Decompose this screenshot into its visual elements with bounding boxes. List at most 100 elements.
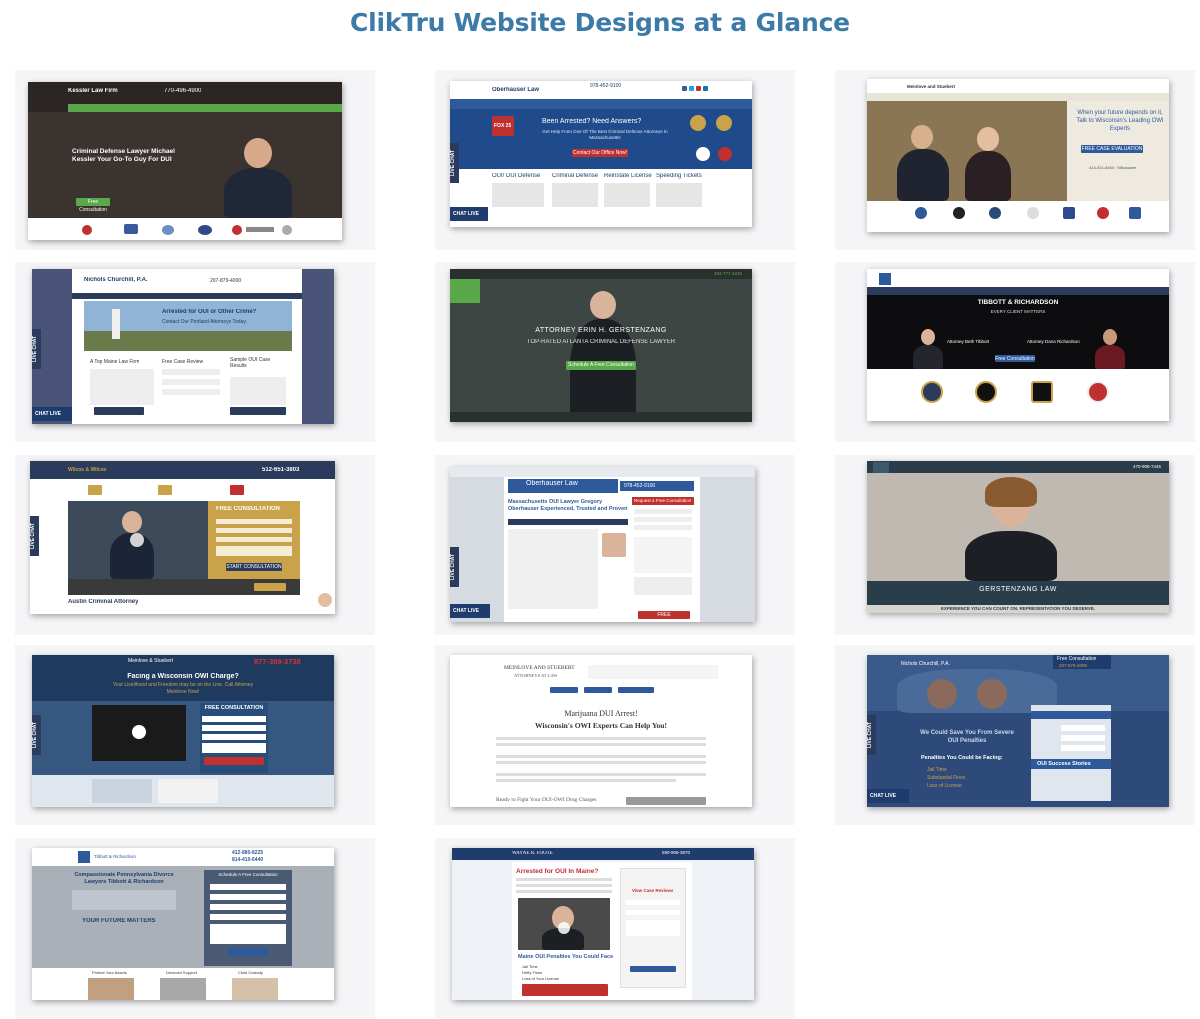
- attorney-photo: [590, 291, 616, 319]
- attorney-photo: [1103, 329, 1117, 345]
- firm-phone: 512-651-3803: [262, 467, 300, 473]
- free-consultation-button: FREE CONSULTATION: [638, 611, 690, 622]
- form-title: FREE CONSULTATION: [204, 705, 264, 711]
- contact-button: Contact Our Office Now!: [572, 149, 628, 157]
- firm-name: Oberhauser Law: [526, 480, 578, 487]
- hero-headline: Arrested for OUI or Other Crime?: [162, 309, 257, 315]
- hero-subhead: Wisconsin's OWI Experts Can Help You!: [535, 721, 667, 730]
- screenshot-oberhauser: Oberhauser Law 978-452-9100 FOX 25 Been …: [450, 81, 752, 227]
- design-tile-nichols-1[interactable]: Nichols Churchill, P.A. 207-879-4000 Arr…: [15, 262, 375, 442]
- hero-subhead: Your Livelihood and Freedom may be on th…: [112, 682, 254, 695]
- screenshot-meinlove-1: Meinlove and Stuebert When your future d…: [867, 79, 1169, 232]
- firm-name: Wilcox & Wilcox: [68, 467, 107, 473]
- firm-phone: 207-879-4000: [1059, 663, 1088, 668]
- firm-name: MEINLOVE AND STUEBERT: [504, 665, 575, 671]
- hero-headline: We Could Save You From Severe OUI Penalt…: [920, 730, 1014, 744]
- screenshot-tibbott-2: Tibbott & Richardson 412-880-8225 814-41…: [32, 848, 334, 1000]
- form-title: Schedule A Free Consultation: [218, 872, 278, 877]
- free-consultation-button: Free Consultation: [76, 198, 110, 213]
- chat-live-label: CHAT LIVE: [453, 608, 480, 614]
- design-tile-oberhauser[interactable]: Oberhauser Law 978-452-9100 FOX 25 Been …: [435, 70, 795, 250]
- firm-phone: 770-496-4900: [164, 88, 202, 94]
- attorney-photo: [977, 127, 999, 151]
- form-title: Request a Free Consultation: [634, 498, 692, 503]
- hero-subhead: Get Help From One Of The Best Criminal D…: [542, 129, 668, 140]
- firm-subname: ATTORNEYS AT LAW: [514, 673, 558, 678]
- hero-headline: When your future depends on it, Talk to …: [1076, 110, 1164, 132]
- hero-headline: Arrested for OUI In Maine?: [516, 868, 599, 875]
- chat-avatar: [318, 593, 332, 607]
- design-tile-tibbott-1[interactable]: TIBBOTT & RICHARDSON EVERY CLIENT MATTER…: [835, 262, 1195, 442]
- success-stories-heading: OUI Success Stories: [1037, 761, 1091, 767]
- badge-icon: [975, 381, 997, 403]
- award-badge: [696, 147, 710, 161]
- badge-icon: [82, 225, 92, 235]
- tagline: EXPERIENCE YOU CAN COUNT ON. REPRESENTAT…: [940, 606, 1096, 611]
- screenshot-oberhauser-2: Oberhauser Law 978-452-9100 Massachusett…: [450, 467, 755, 622]
- social-icon: [696, 86, 701, 91]
- hero-headline: Massachusetts OUI Lawyer Gregory Oberhau…: [508, 499, 628, 512]
- screenshot-gerstenzang-2: 470-908-7445 GERSTENZANG LAW EXPERIENCE …: [867, 461, 1169, 613]
- design-tile-wilcox[interactable]: Wilcox & Wilcox 512-651-3803 FREE CONSUL…: [15, 455, 375, 635]
- play-icon: [132, 725, 146, 739]
- screenshot-meinlove-3: MEINLOVE AND STUEBERT ATTORNEYS AT LAW M…: [450, 655, 752, 807]
- firm-phone: 412-880-8225: [232, 850, 264, 856]
- award-badge: [718, 147, 732, 161]
- chat-live-label: CHAT LIVE: [870, 793, 897, 799]
- penalties-heading: Penalties You Could be Facing:: [921, 755, 1003, 761]
- design-tile-meinlove-3[interactable]: MEINLOVE AND STUEBERT ATTORNEYS AT LAW M…: [435, 645, 795, 825]
- screenshot-foote: WAYNE R. FOOTE 590-906-3870 Arrested for…: [452, 848, 754, 1000]
- badge-icon: [1027, 207, 1039, 219]
- case-reviews-link: View Case Reviews: [632, 888, 674, 893]
- form-title: FREE CONSULTATION: [216, 506, 280, 512]
- badge-icon: [1063, 207, 1075, 219]
- firm-phone: 470-908-7445: [1133, 464, 1162, 469]
- design-tile-kessler[interactable]: Kessler Law Firm 770-496-4900 Criminal D…: [15, 70, 375, 250]
- section-heading: Ready to Fight Your DUI-OWI Drug Charges: [496, 797, 597, 803]
- design-tile-gerstenzang-1[interactable]: 404-777-4246 ATTORNEY ERIN H. GERSTENZAN…: [435, 262, 795, 442]
- attorney-photo: [122, 511, 142, 533]
- firm-phone: 877-389-3738: [254, 657, 301, 666]
- design-tile-meinlove-2[interactable]: Meinlove & Stuebert 877-389-3738 Facing …: [15, 645, 375, 825]
- design-tile-foote[interactable]: WAYNE R. FOOTE 590-906-3870 Arrested for…: [435, 838, 795, 1018]
- badge-icon: [989, 207, 1001, 219]
- hero-subhead: YOUR FUTURE MATTERS: [82, 918, 156, 924]
- design-tile-tibbott-2[interactable]: Tibbott & Richardson 412-880-8225 814-41…: [15, 838, 375, 1018]
- penalties-heading: Maine OUI Penalties You Could Face: [518, 954, 614, 960]
- firm-phone: 978-452-9100: [590, 83, 622, 89]
- play-icon: [130, 533, 144, 547]
- chat-live-label: CHAT LIVE: [35, 411, 62, 417]
- schedule-consultation-button: Schedule A Free Consultation: [566, 361, 636, 370]
- hero-subhead: TOP-RATED ATLANTA CRIMINAL DEFENSE LAWYE…: [526, 339, 676, 345]
- page-title: ClikTru Website Designs at a Glance: [350, 8, 850, 37]
- tagline: EVERY CLIENT MATTERS: [990, 309, 1046, 314]
- design-tile-nichols-2[interactable]: Nichols Churchill, P.A. Free Consultatio…: [835, 645, 1195, 825]
- award-badge: [716, 115, 732, 131]
- firm-phone: 404-777-4246: [714, 271, 743, 276]
- design-tile-oberhauser-2[interactable]: Oberhauser Law 978-452-9100 Massachusett…: [435, 455, 795, 635]
- social-icon: [689, 86, 694, 91]
- firm-name: Oberhauser Law: [492, 87, 540, 93]
- design-tile-gerstenzang-2[interactable]: 470-908-7445 GERSTENZANG LAW EXPERIENCE …: [835, 455, 1195, 635]
- firm-name: Nichols Churchill, P.A.: [901, 661, 950, 667]
- firm-name: TIBBOTT & RICHARDSON: [977, 299, 1059, 306]
- design-tile-meinlove-1[interactable]: Meinlove and Stuebert When your future d…: [835, 70, 1195, 250]
- badge-icon: [915, 207, 927, 219]
- header-consultation: Free Consultation: [1057, 656, 1097, 662]
- firm-name: Meinlove and Stuebert: [907, 84, 956, 89]
- badge-icon: [1097, 207, 1109, 219]
- free-consultation-button: Free Consultation: [995, 355, 1035, 362]
- attorney-photo: [911, 125, 933, 149]
- page-heading: Austin Criminal Attorney: [68, 599, 139, 605]
- hero-headline: Compassionate Pennsylvania Divorce Lawye…: [74, 872, 174, 885]
- firm-phone: 590-906-3870: [662, 850, 691, 855]
- firm-name: WAYNE R. FOOTE: [512, 851, 553, 856]
- chat-live-label: CHAT LIVE: [453, 211, 480, 217]
- award-badge: [690, 115, 706, 131]
- firm-name: Nichols Churchill, P.A.: [84, 277, 148, 283]
- hero-headline: Been Arrested? Need Answers?: [542, 118, 642, 125]
- firm-logo: [879, 273, 891, 285]
- badge-icon: [282, 225, 292, 235]
- screenshot-nichols-1: Nichols Churchill, P.A. 207-879-4000 Arr…: [32, 269, 334, 424]
- badge-icon: [1129, 207, 1141, 219]
